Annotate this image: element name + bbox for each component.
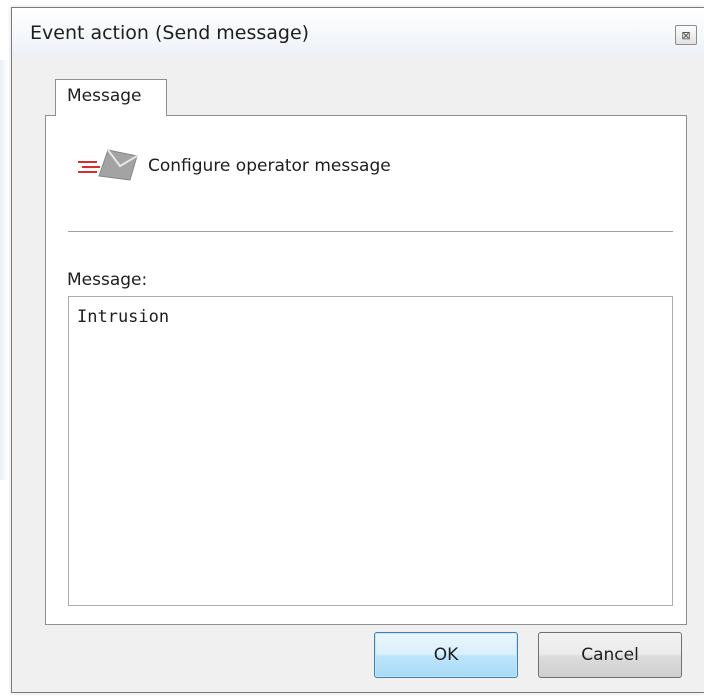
- desktop-background: Event action (Send message) ⊠ Message Co…: [0, 0, 704, 700]
- dialog-window: Event action (Send message) ⊠ Message Co…: [11, 7, 704, 693]
- panel-heading: Configure operator message: [148, 156, 391, 176]
- tab-message[interactable]: Message: [55, 79, 167, 116]
- ok-button-label: OK: [433, 645, 459, 665]
- close-icon: ⊠: [681, 28, 691, 42]
- message-textarea[interactable]: Intrusion: [68, 296, 673, 606]
- cancel-button-label: Cancel: [581, 645, 639, 665]
- cancel-button[interactable]: Cancel: [538, 632, 682, 678]
- tab-label: Message: [67, 86, 142, 106]
- window-title: Event action (Send message): [30, 22, 310, 44]
- close-button[interactable]: ⊠: [675, 25, 697, 45]
- title-bar[interactable]: Event action (Send message) ⊠: [12, 8, 704, 58]
- speed-lines: [78, 161, 100, 173]
- ok-button[interactable]: OK: [374, 632, 518, 678]
- message-label: Message:: [67, 270, 148, 290]
- desktop-edge: [0, 60, 8, 480]
- envelope-send-icon: [78, 149, 138, 181]
- message-text: Intrusion: [77, 307, 170, 327]
- separator: [68, 231, 673, 233]
